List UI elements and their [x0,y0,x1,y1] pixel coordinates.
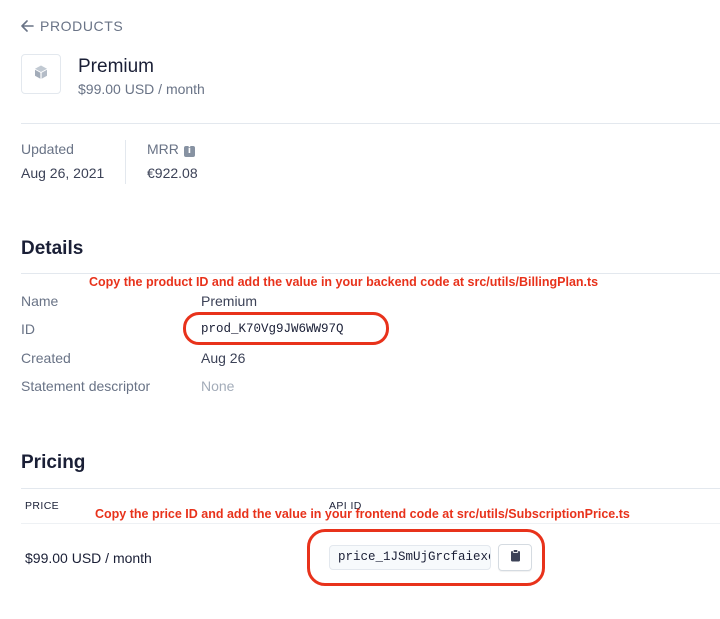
detail-label-created: Created [21,350,71,366]
details-divider [21,273,720,274]
stats-divider [125,140,126,184]
price-column-header: PRICE [25,500,60,512]
price-id-highlight-circle [307,529,545,586]
header-divider [21,123,720,124]
pricing-divider [21,488,720,489]
product-id-annotation: Copy the product ID and add the value in… [89,275,599,289]
detail-label-statement-descriptor: Statement descriptor [21,378,151,394]
product-name: Premium [78,56,155,77]
detail-label-id: ID [21,321,35,337]
back-label: PRODUCTS [40,18,124,34]
mrr-label: MRR [147,141,179,157]
table-header-divider [21,523,720,524]
details-heading: Details [21,238,84,259]
pricing-heading: Pricing [21,452,86,473]
detail-value-name: Premium [201,293,258,309]
product-image [21,54,61,94]
mrr-value: €922.08 [147,165,198,181]
detail-label-name: Name [21,293,59,309]
info-icon[interactable]: i [183,146,195,157]
price-id-annotation: Copy the price ID and add the value in y… [95,507,630,521]
cube-icon [33,64,49,85]
back-to-products-link[interactable]: PRODUCTS [21,18,123,34]
product-price-summary: $99.00 USD / month [78,81,205,97]
price-row-amount: $99.00 USD / month [25,550,152,566]
updated-label: Updated [21,141,74,157]
mrr-label-group: MRR i [147,141,195,157]
detail-value-created: Aug 26 [201,350,246,366]
arrow-left-icon [21,20,34,32]
detail-value-statement-descriptor: None [201,378,235,394]
updated-value: Aug 26, 2021 [21,165,105,181]
product-id-highlight-circle [183,312,389,345]
